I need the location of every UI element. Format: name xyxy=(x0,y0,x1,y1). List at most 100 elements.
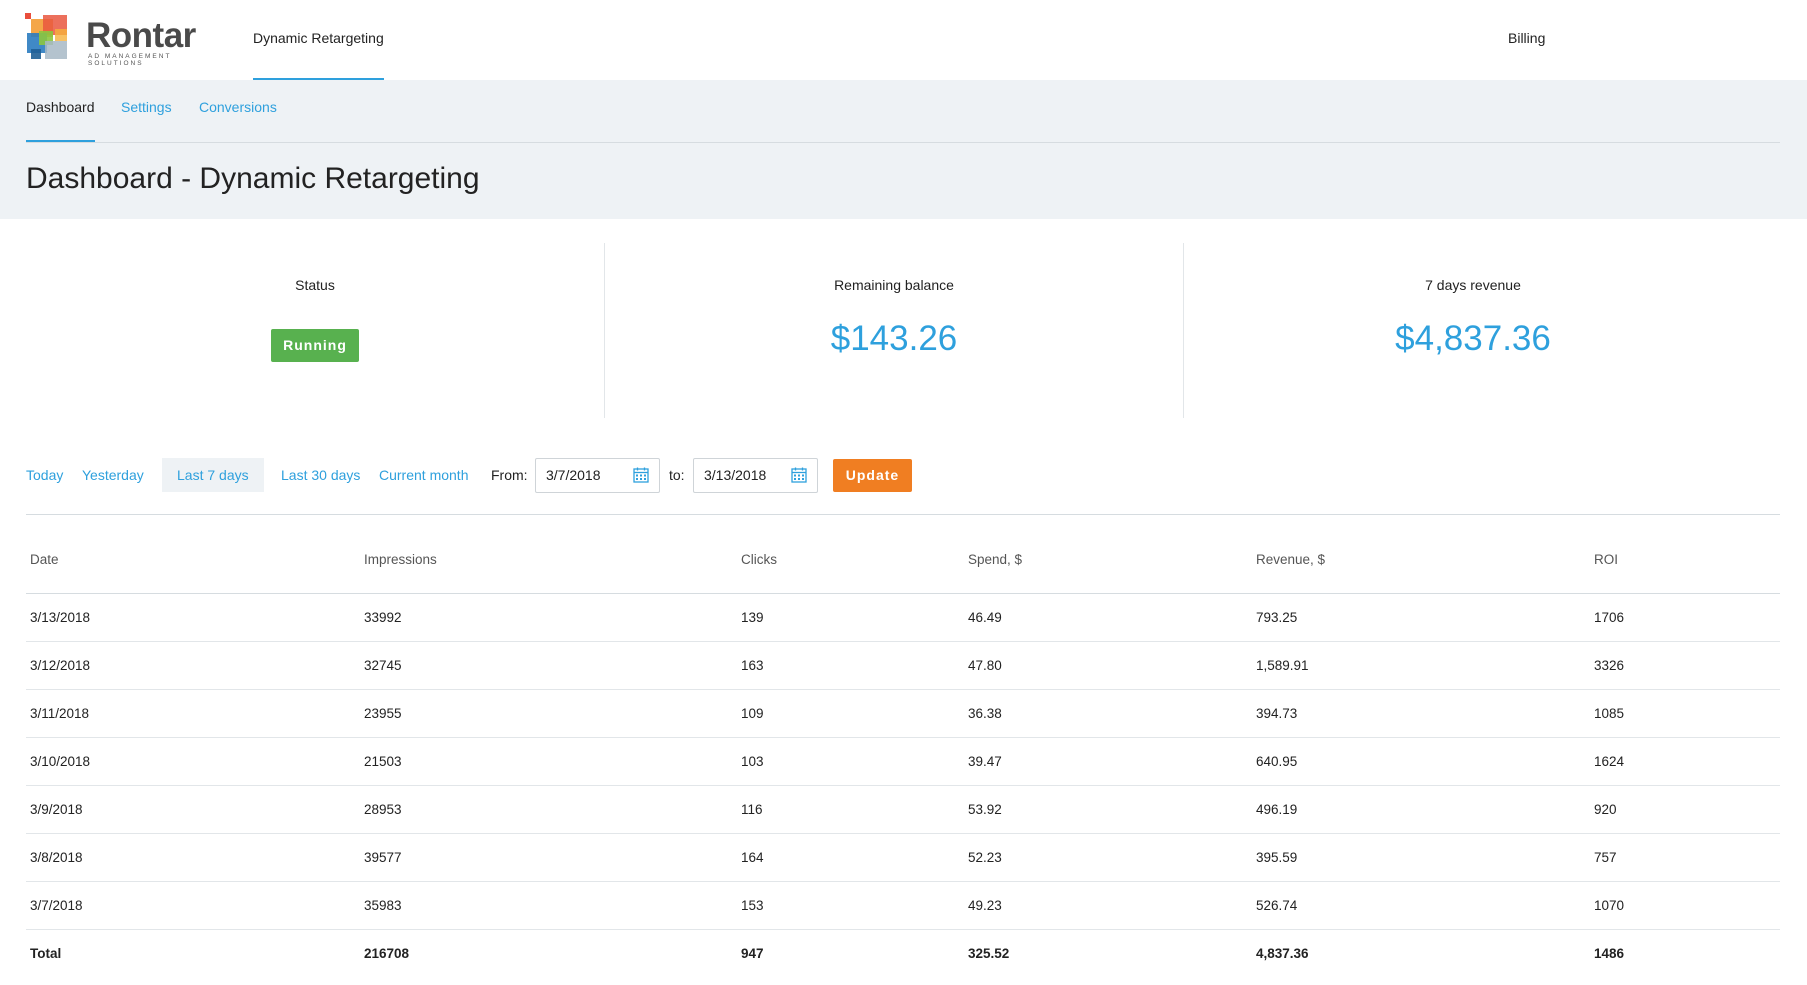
cell-revenue: 526.74 xyxy=(1252,881,1590,930)
cell-spend: 47.80 xyxy=(964,641,1252,690)
cell-revenue: 496.19 xyxy=(1252,785,1590,834)
kpi-revenue: 7 days revenue $4,837.36 xyxy=(1183,243,1762,418)
table-total-row: Total 216708 947 325.52 4,837.36 1486 xyxy=(26,930,1780,978)
cell-impressions: 28953 xyxy=(360,785,737,834)
total-roi: 1486 xyxy=(1594,946,1625,961)
to-date-field[interactable]: 3/13/2018 xyxy=(693,458,818,493)
table-row: 3/8/2018 39577 164 52.23 395.59 757 xyxy=(26,833,1780,882)
total-impressions: 216708 xyxy=(364,946,410,961)
cell-clicks: 164 xyxy=(737,833,964,882)
cell-revenue: 1,589.91 xyxy=(1252,641,1590,690)
kpi-revenue-value: $4,837.36 xyxy=(1395,319,1551,358)
from-label: From: xyxy=(491,467,528,483)
cell-date: 3/11/2018 xyxy=(26,689,360,738)
cell-impressions: 23955 xyxy=(360,689,737,738)
tab-bar: Dashboard Settings Conversions xyxy=(26,80,1780,143)
filter-current-month[interactable]: Current month xyxy=(379,458,468,492)
cell-roi: 1706 xyxy=(1590,593,1780,642)
cell-date: 3/13/2018 xyxy=(26,593,360,642)
total-spend: 325.52 xyxy=(968,946,1010,961)
cell-spend: 36.38 xyxy=(964,689,1252,738)
logo-mark-icon xyxy=(25,13,67,59)
date-filter-bar: Today Yesterday Last 7 days Last 30 days… xyxy=(26,458,1780,500)
cell-clicks: 153 xyxy=(737,881,964,930)
cell-spend: 53.92 xyxy=(964,785,1252,834)
to-label: to: xyxy=(669,467,685,483)
cell-clicks: 163 xyxy=(737,641,964,690)
cell-date: 3/9/2018 xyxy=(26,785,360,834)
tab-conversions[interactable]: Conversions xyxy=(199,80,277,142)
kpi-row: Status Running Remaining balance $143.26… xyxy=(26,243,1780,418)
logo-wordmark: Rontar xyxy=(86,16,196,55)
cell-impressions: 39577 xyxy=(360,833,737,882)
kpi-balance: Remaining balance $143.26 xyxy=(604,243,1183,418)
calendar-icon[interactable] xyxy=(633,467,649,483)
cell-revenue: 640.95 xyxy=(1252,737,1590,786)
status-badge: Running xyxy=(271,329,359,362)
nav-dynamic-retargeting[interactable]: Dynamic Retargeting xyxy=(253,0,384,80)
to-date-value: 3/13/2018 xyxy=(704,467,767,483)
top-bar: Rontar AD MANAGEMENT SOLUTIONS Dynamic R… xyxy=(0,0,1807,80)
table-row: 3/13/2018 33992 139 46.49 793.25 1706 xyxy=(26,593,1780,642)
calendar-icon[interactable] xyxy=(791,467,807,483)
table-row: 3/9/2018 28953 116 53.92 496.19 920 xyxy=(26,785,1780,834)
cell-clicks: 116 xyxy=(737,785,964,834)
col-impressions[interactable]: Impressions xyxy=(360,525,737,594)
cell-spend: 39.47 xyxy=(964,737,1252,786)
cell-roi: 1070 xyxy=(1590,881,1780,930)
table-row: 3/10/2018 21503 103 39.47 640.95 1624 xyxy=(26,737,1780,786)
cell-clicks: 109 xyxy=(737,689,964,738)
cell-roi: 757 xyxy=(1590,833,1780,882)
kpi-balance-value: $143.26 xyxy=(830,319,958,358)
cell-roi: 1085 xyxy=(1590,689,1780,738)
cell-revenue: 395.59 xyxy=(1252,833,1590,882)
cell-date: 3/7/2018 xyxy=(26,881,360,930)
table-row: 3/12/2018 32745 163 47.80 1,589.91 3326 xyxy=(26,641,1780,690)
kpi-balance-label: Remaining balance xyxy=(834,277,954,293)
col-roi[interactable]: ROI xyxy=(1590,525,1780,594)
cell-spend: 46.49 xyxy=(964,593,1252,642)
table-header-row: Date Impressions Clicks Spend, $ Revenue… xyxy=(26,525,1780,594)
tab-dashboard[interactable]: Dashboard xyxy=(26,80,95,142)
total-label: Total xyxy=(30,946,62,961)
cell-roi: 1624 xyxy=(1590,737,1780,786)
table-row: 3/7/2018 35983 153 49.23 526.74 1070 xyxy=(26,881,1780,930)
cell-revenue: 793.25 xyxy=(1252,593,1590,642)
tab-settings[interactable]: Settings xyxy=(121,80,172,142)
sub-header: Dashboard Settings Conversions Dashboard… xyxy=(0,80,1807,219)
page-title: Dashboard - Dynamic Retargeting xyxy=(26,162,480,195)
total-revenue: 4,837.36 xyxy=(1256,946,1309,961)
rontar-logo[interactable]: Rontar AD MANAGEMENT SOLUTIONS xyxy=(25,13,215,67)
update-button[interactable]: Update xyxy=(833,459,912,492)
logo-tagline: AD MANAGEMENT SOLUTIONS xyxy=(88,53,172,67)
from-date-value: 3/7/2018 xyxy=(546,467,601,483)
filter-today[interactable]: Today xyxy=(26,458,63,492)
cell-roi: 3326 xyxy=(1590,641,1780,690)
nav-billing[interactable]: Billing xyxy=(1508,0,1545,80)
cell-date: 3/12/2018 xyxy=(26,641,360,690)
cell-impressions: 32745 xyxy=(360,641,737,690)
stats-table: Date Impressions Clicks Spend, $ Revenue… xyxy=(26,525,1780,977)
cell-impressions: 33992 xyxy=(360,593,737,642)
filter-last-7-days[interactable]: Last 7 days xyxy=(162,458,264,492)
cell-impressions: 35983 xyxy=(360,881,737,930)
kpi-status: Status Running xyxy=(26,243,604,418)
filter-yesterday[interactable]: Yesterday xyxy=(82,458,144,492)
cell-spend: 52.23 xyxy=(964,833,1252,882)
divider xyxy=(26,514,1780,515)
cell-revenue: 394.73 xyxy=(1252,689,1590,738)
cell-date: 3/10/2018 xyxy=(26,737,360,786)
col-clicks[interactable]: Clicks xyxy=(737,525,964,594)
col-date[interactable]: Date xyxy=(26,525,360,594)
cell-roi: 920 xyxy=(1590,785,1780,834)
table-row: 3/11/2018 23955 109 36.38 394.73 1085 xyxy=(26,689,1780,738)
filter-last-30-days[interactable]: Last 30 days xyxy=(281,458,360,492)
col-revenue[interactable]: Revenue, $ xyxy=(1252,525,1590,594)
cell-clicks: 139 xyxy=(737,593,964,642)
kpi-status-label: Status xyxy=(295,277,335,293)
col-spend[interactable]: Spend, $ xyxy=(964,525,1252,594)
from-date-field[interactable]: 3/7/2018 xyxy=(535,458,660,493)
cell-clicks: 103 xyxy=(737,737,964,786)
kpi-revenue-label: 7 days revenue xyxy=(1425,277,1521,293)
cell-date: 3/8/2018 xyxy=(26,833,360,882)
